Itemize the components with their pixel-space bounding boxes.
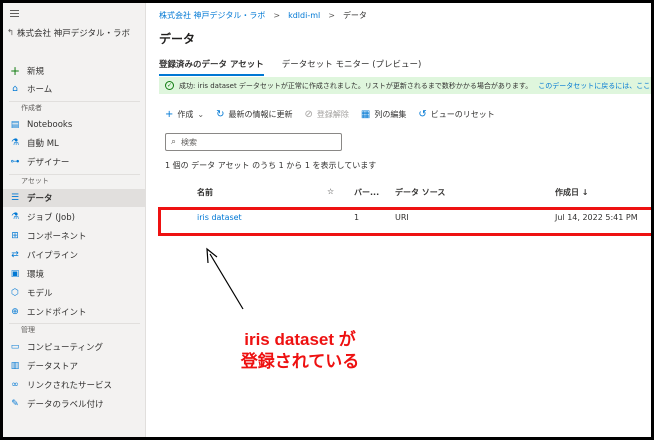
app-window: ↰ 株式会社 神戸デジタル・ラボ + 新規 ⌂ ホーム 作成者 ▤ Notebo… — [3, 3, 651, 437]
caption-line-1: iris dataset が — [244, 330, 356, 349]
caption-line-2: 登録されている — [240, 352, 360, 371]
annotation-caption: iris dataset が 登録されている — [225, 329, 375, 373]
